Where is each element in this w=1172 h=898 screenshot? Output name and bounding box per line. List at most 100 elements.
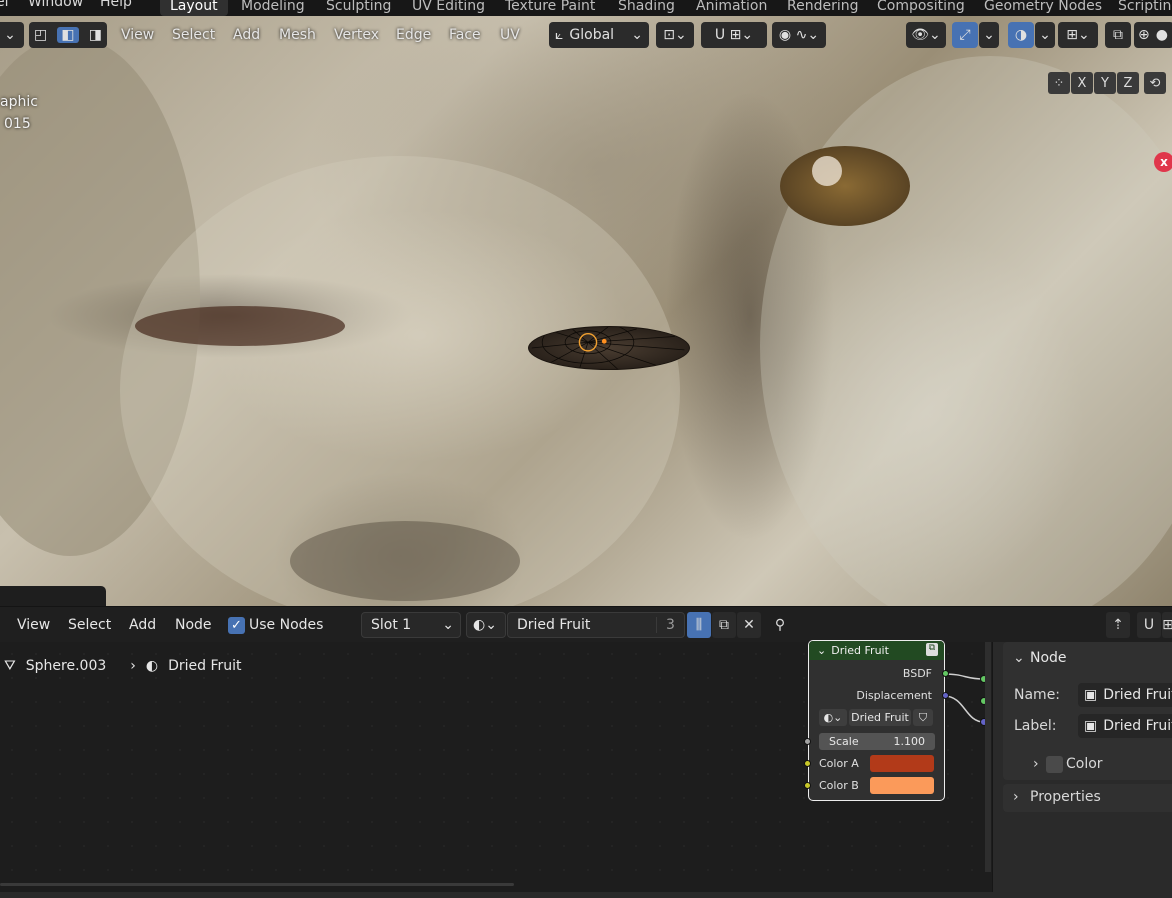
menu-select[interactable]: Select <box>172 27 215 43</box>
chevron-right-icon: › <box>130 658 136 674</box>
slot-value: Slot 1 <box>371 617 412 633</box>
color-a-input-socket[interactable] <box>804 760 811 767</box>
group-datablock-field[interactable]: Dried Fruit <box>849 709 911 726</box>
solid-shading-icon[interactable]: ● <box>1156 27 1168 43</box>
fake-user-shield-icon[interactable]: ⛉ <box>913 709 933 726</box>
menu-add[interactable]: Add <box>233 27 260 43</box>
mode-dropdown[interactable]: ⌄ <box>0 22 24 48</box>
horizontal-scrollbar[interactable] <box>0 883 514 886</box>
operator-panel[interactable] <box>0 586 106 606</box>
node-label-field[interactable]: ▣ Dried Fruit <box>1078 714 1172 738</box>
tab-modeling[interactable]: Modeling <box>231 0 315 16</box>
menu-face[interactable]: Face <box>449 27 481 43</box>
node-name-value: Dried Fruit <box>1103 687 1172 703</box>
selected-eye-mesh[interactable] <box>528 326 690 370</box>
overlays-icon[interactable]: ◑ <box>1008 22 1034 48</box>
tab-texture-paint[interactable]: Texture Paint <box>495 0 605 16</box>
axis-y-button[interactable]: Y <box>1094 72 1116 94</box>
tab-shading[interactable]: Shading <box>608 0 685 16</box>
node-name-field[interactable]: ▣ Dried Fruit <box>1078 683 1172 707</box>
color-a-swatch[interactable] <box>870 755 934 772</box>
output-displacement-label: Displacement <box>856 689 932 702</box>
scale-field[interactable]: Scale 1.100 <box>819 733 935 750</box>
use-nodes-checkbox[interactable]: ✓ <box>228 617 245 634</box>
node-panel-title[interactable]: Node <box>1030 650 1067 666</box>
gizmo-icon[interactable]: ⤢ <box>952 22 978 48</box>
snapping-group[interactable]: ᑌ ⊞⌄ <box>701 22 767 48</box>
ne-menu-add[interactable]: Add <box>129 617 156 633</box>
axis-z-button[interactable]: Z <box>1117 72 1139 94</box>
wireframe-shading-icon[interactable]: ⊕ <box>1138 27 1150 43</box>
tab-rendering[interactable]: Rendering <box>777 0 869 16</box>
overlays-chevron-icon[interactable]: ⌄ <box>1035 22 1055 48</box>
duplicate-material-icon[interactable]: ⧉ <box>712 612 736 638</box>
gizmo-toggle-icon[interactable]: ⁘ <box>1048 72 1070 94</box>
tab-geometry-nodes[interactable]: Geometry Nodes <box>974 0 1112 16</box>
group-browse-button[interactable]: ◐⌄ <box>819 709 847 726</box>
collapse-chevron-icon[interactable]: ⌄ <box>817 644 826 657</box>
orientation-icon: ⟀ <box>555 27 564 43</box>
mesh-edit-overlays-dropdown[interactable]: ⊞⌄ <box>1058 22 1098 48</box>
proportional-editing-group[interactable]: ◉ ∿⌄ <box>772 22 826 48</box>
menu-help[interactable]: Help <box>100 0 132 10</box>
pin-icon[interactable]: ⚲ <box>768 612 792 638</box>
tab-sculpting[interactable]: Sculpting <box>316 0 401 16</box>
properties-panel[interactable]: › Properties <box>1003 784 1172 812</box>
edge-select-icon[interactable]: ◧ <box>57 27 79 43</box>
gizmo-chevron-icon[interactable]: ⌄ <box>979 22 999 48</box>
displacement-link <box>943 695 985 723</box>
color-b-swatch[interactable] <box>870 777 934 794</box>
vertex-select-icon[interactable]: ◰ <box>34 27 47 43</box>
unlink-icon[interactable]: ✕ <box>737 612 761 638</box>
dried-fruit-group-node[interactable]: ⌄ Dried Fruit ⧉ BSDF Displacement ◐⌄ Dri… <box>804 640 949 801</box>
slot-dropdown[interactable]: Slot 1 ⌄ <box>361 612 461 638</box>
ne-menu-select[interactable]: Select <box>68 617 111 633</box>
bsdf-link <box>943 673 985 680</box>
node-header[interactable]: ⌄ Dried Fruit ⧉ <box>809 641 944 660</box>
material-name-field[interactable]: Dried Fruit 3 <box>507 612 685 638</box>
face-select-icon[interactable]: ◨ <box>89 27 102 43</box>
menu-mesh[interactable]: Mesh <box>279 27 316 43</box>
menu-view[interactable]: View <box>121 27 154 43</box>
displacement-output-socket[interactable] <box>942 692 949 699</box>
tab-layout[interactable]: Layout <box>160 0 228 16</box>
tab-animation[interactable]: Animation <box>686 0 777 16</box>
tab-uv-editing[interactable]: UV Editing <box>402 0 495 16</box>
visibility-dropdown[interactable]: 👁⌄ <box>906 22 946 48</box>
menu-window[interactable]: Window <box>28 0 83 10</box>
fake-user-icon[interactable]: ⫼ <box>687 612 711 638</box>
user-count[interactable]: 3 <box>656 617 684 633</box>
color-checkbox[interactable] <box>1046 756 1063 773</box>
parent-node-tree-icon[interactable]: ⇡ <box>1106 612 1130 638</box>
snap-icon[interactable]: ᑌ <box>1137 612 1161 638</box>
menu-edge[interactable]: Edge <box>396 27 431 43</box>
ne-menu-node[interactable]: Node <box>175 617 212 633</box>
transform-orientation-dropdown[interactable]: ⟀ Global ⌄ <box>549 22 649 48</box>
shading-mode-group[interactable]: ⊕ ● <box>1134 22 1172 48</box>
axis-x-button[interactable]: X <box>1071 72 1093 94</box>
tab-scripting[interactable]: Scripting <box>1108 0 1172 16</box>
menu-edit-partial[interactable]: el <box>0 0 9 10</box>
pivot-point-dropdown[interactable]: ⊡⌄ <box>656 22 694 48</box>
tab-compositing[interactable]: Compositing <box>867 0 975 16</box>
snap-options-icon[interactable]: ⊞ <box>1162 612 1172 638</box>
color-subpanel-chevron-icon[interactable]: › <box>1033 756 1039 772</box>
mirror-options-icon[interactable]: ⟲ <box>1144 72 1166 94</box>
color-a-label: Color A <box>819 757 859 770</box>
3d-viewport[interactable]: aphic 015 x ⁘ X Y Z ⟲ <box>0 16 1172 606</box>
color-subpanel-label[interactable]: Color <box>1066 756 1103 772</box>
ne-menu-view[interactable]: View <box>17 617 50 633</box>
close-icon[interactable]: x <box>1154 152 1172 172</box>
node-group-icon[interactable]: ⧉ <box>926 643 938 656</box>
panel-chevron-icon[interactable]: ⌄ <box>1013 650 1025 666</box>
menu-vertex[interactable]: Vertex <box>334 27 379 43</box>
color-b-input-socket[interactable] <box>804 782 811 789</box>
breadcrumb-object[interactable]: Sphere.003 <box>26 658 107 674</box>
material-browse-button[interactable]: ◐⌄ <box>466 612 506 638</box>
bsdf-output-socket[interactable] <box>942 670 949 677</box>
xray-toggle-icon[interactable]: ⧉ <box>1105 22 1131 48</box>
menu-uv[interactable]: UV <box>500 27 520 43</box>
breadcrumb-material[interactable]: Dried Fruit <box>168 658 241 674</box>
scale-input-socket[interactable] <box>804 738 811 745</box>
orientation-value: Global <box>569 27 615 43</box>
